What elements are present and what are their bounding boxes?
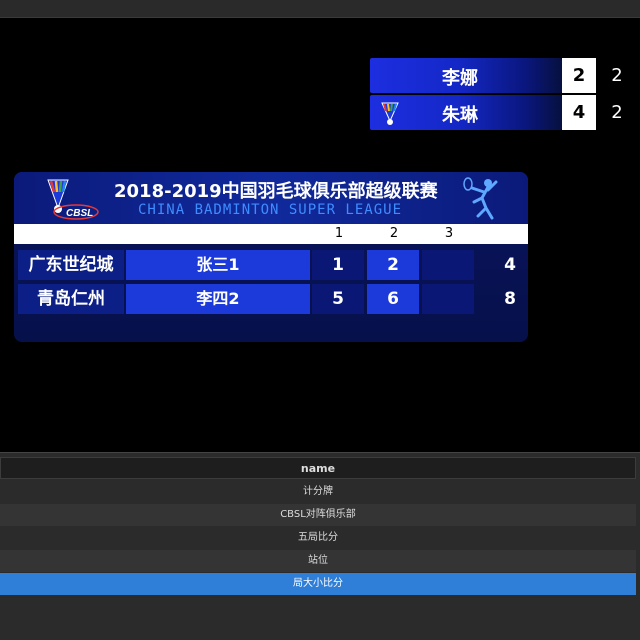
mini-game-score: 2 [596, 95, 638, 130]
top-toolbar [0, 0, 640, 18]
game-3-score [422, 250, 474, 280]
team-row: 青岛仁州 李四2 5 6 8 [14, 284, 528, 314]
game-2-score: 2 [367, 250, 419, 280]
shuttlecock-icon [381, 102, 399, 125]
team-name: 青岛仁州 [18, 284, 124, 314]
player-name: 李四2 [126, 284, 310, 314]
mini-point-score: 2 [562, 58, 596, 93]
list-item-selected[interactable]: 局大小比分 [0, 573, 636, 595]
scoreboard-subtitle: CHINA BADMINTON SUPER LEAGUE [138, 202, 403, 218]
scoreboard-header: CBSL 2018-2019中国羽毛球俱乐部超级联赛 CHINA BADMINT… [14, 172, 528, 224]
total-score: 8 [504, 289, 516, 309]
badminton-player-icon [463, 177, 498, 220]
logo-text: CBSL [66, 208, 93, 219]
mini-point-score: 4 [562, 95, 596, 130]
scoreboard-title: 2018-2019中国羽毛球俱乐部超级联赛 [114, 181, 438, 202]
mini-player-name-cell: 朱琳 [370, 95, 562, 130]
team-name: 广东世纪城 [18, 250, 124, 280]
template-list-panel: name 计分牌 CBSL对阵俱乐部 五局比分 站位 局大小比分 [0, 452, 640, 640]
list-item[interactable]: 五局比分 [0, 527, 636, 549]
game-header-2: 2 [389, 226, 399, 241]
list-item[interactable]: 计分牌 [0, 481, 636, 503]
game-3-score [422, 284, 474, 314]
list-column-header[interactable]: name [0, 457, 636, 479]
mini-player-name: 李娜 [442, 68, 478, 89]
mini-game-score: 2 [596, 58, 638, 93]
total-score: 4 [504, 255, 516, 275]
game-number-header: 1 2 3 [14, 224, 528, 244]
mini-player-name-cell: 李娜 [370, 58, 562, 93]
cbsl-scoreboard: CBSL 2018-2019中国羽毛球俱乐部超级联赛 CHINA BADMINT… [14, 172, 528, 342]
game-1-score: 1 [312, 250, 364, 280]
mini-player-name: 朱琳 [442, 105, 478, 126]
list-item[interactable]: 站位 [0, 550, 636, 572]
game-header-3: 3 [444, 226, 454, 241]
game-2-score: 6 [367, 284, 419, 314]
game-1-score: 5 [312, 284, 364, 314]
player-name: 张三1 [126, 250, 310, 280]
team-row: 广东世纪城 张三1 1 2 4 [14, 250, 528, 280]
mini-scorebug-row: 朱琳 4 2 [370, 95, 638, 130]
mini-scorebug-row: 李娜 2 2 [370, 58, 638, 93]
cbsl-logo-icon: CBSL [47, 179, 99, 220]
mini-scorebug: 李娜 2 2 朱琳 4 2 [370, 58, 638, 130]
game-header-1: 1 [334, 226, 344, 241]
preview-canvas: 李娜 2 2 朱琳 4 2 CBSL 2018-2019中国羽毛球俱乐部超级联赛… [0, 18, 640, 452]
list-item[interactable]: CBSL对阵俱乐部 [0, 504, 636, 526]
